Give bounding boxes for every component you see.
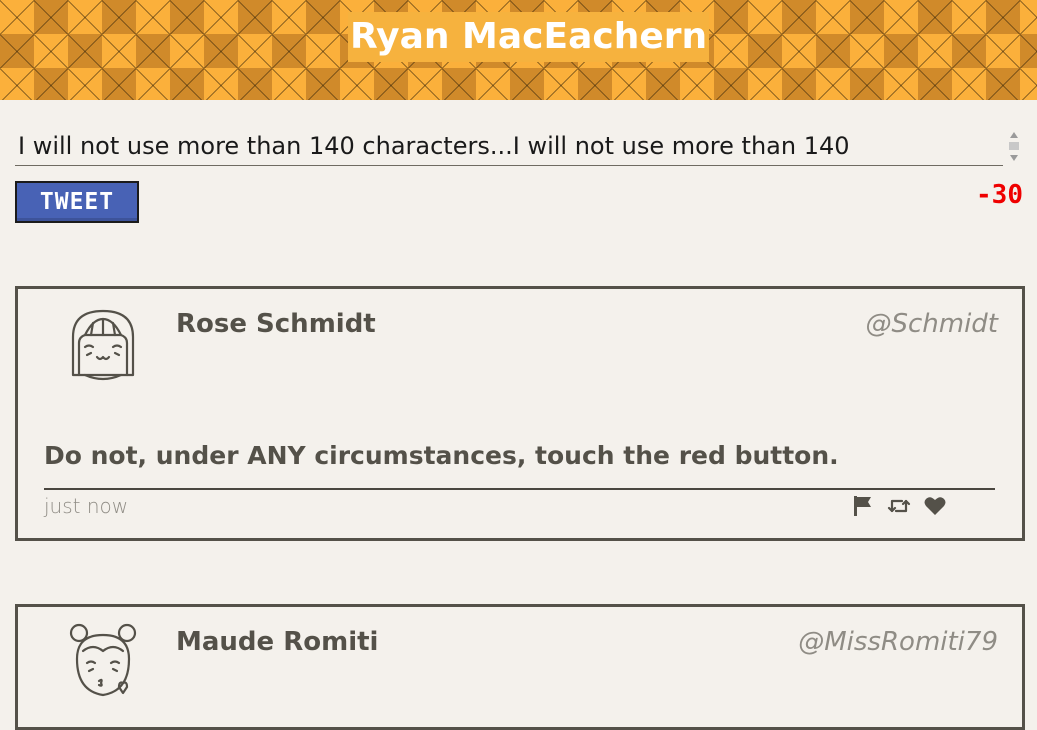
header-title: Ryan MacEachern	[348, 12, 710, 62]
girl-bangs-smiling-avatar-icon	[71, 309, 135, 381]
girl-buns-kiss-avatar-icon	[69, 623, 137, 697]
tweet-timestamp: just now	[44, 494, 129, 518]
retweet-icon[interactable]	[887, 495, 911, 517]
tweet-card: Rose Schmidt @Schmidt Do not, under ANY …	[15, 286, 1025, 541]
tweet-author-name: Maude Romiti	[176, 627, 379, 657]
flag-icon[interactable]	[851, 495, 875, 517]
tweet-body: Do not, under ANY circumstances, touch t…	[44, 441, 839, 470]
scroll-arrows-icon[interactable]	[1008, 130, 1020, 164]
heart-icon[interactable]	[923, 495, 947, 517]
character-count: -30	[976, 180, 1023, 210]
page-header: Ryan MacEachern	[0, 0, 1037, 100]
tweet-author-name: Rose Schmidt	[176, 309, 376, 339]
tweet-author-handle[interactable]: @MissRomiti79	[798, 627, 998, 657]
tweet-compose-input[interactable]: I will not use more than 140 characters.…	[15, 127, 1003, 166]
tweet-divider	[44, 488, 995, 490]
tweet-author-handle[interactable]: @Schmidt	[865, 309, 998, 339]
tweet-card: Maude Romiti @MissRomiti79	[15, 604, 1025, 730]
tweet-button[interactable]: TWEET	[15, 181, 139, 223]
